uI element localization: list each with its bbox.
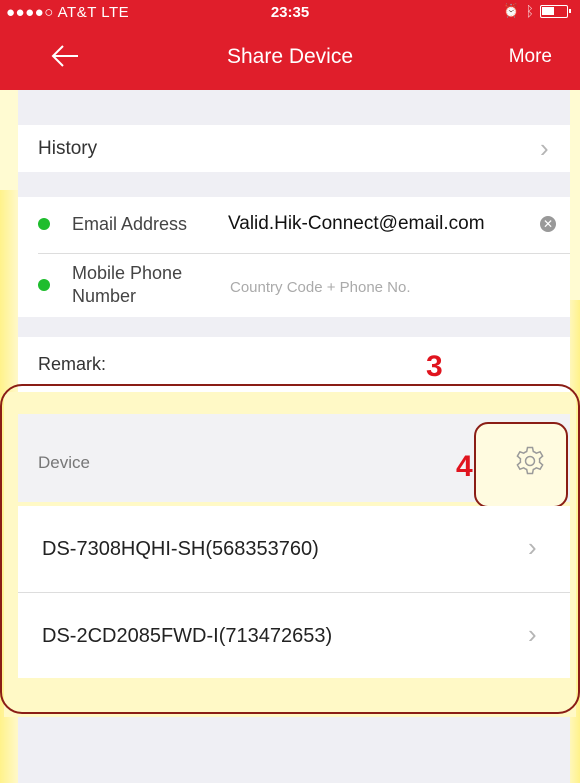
status-bar: ●●●●○ AT&T LTE 23:35 ⏰ ᛒ: [0, 0, 580, 24]
phone-label-line2: Number: [72, 286, 137, 306]
status-icons: ⏰ ᛒ: [503, 3, 571, 19]
bottom-spacer: [18, 745, 570, 783]
page-title: Share Device: [226, 45, 354, 68]
contact-card: Email Address Valid.Hik-Connect@email.co…: [18, 197, 570, 317]
phone-label-line1: Mobile Phone: [72, 263, 183, 283]
history-label: History: [38, 138, 98, 159]
phone-field[interactable]: Country Code + Phone No.: [230, 279, 411, 296]
status-time: 23:35: [270, 4, 310, 21]
device-highlight-frame: [0, 384, 580, 714]
clear-input-icon[interactable]: ✕: [540, 216, 556, 232]
history-row[interactable]: History ›: [18, 125, 570, 172]
nav-bar: ●●●●○ AT&T LTE 23:35 ⏰ ᛒ Share Device Mo…: [0, 0, 580, 90]
bluetooth-icon: ᛒ: [525, 3, 534, 19]
alarm-icon: ⏰: [503, 3, 520, 18]
more-button[interactable]: More: [509, 46, 552, 68]
email-status-dot: [38, 218, 50, 230]
remark-label: Remark:: [38, 354, 107, 374]
email-label: Email Address: [72, 214, 188, 234]
phone-status-dot: [38, 279, 50, 291]
battery-icon: [540, 4, 571, 18]
email-field[interactable]: Valid.Hik-Connect@email.com: [228, 213, 485, 235]
divider: [38, 253, 570, 254]
chevron-right-icon: ›: [540, 133, 549, 163]
step-3-annotation: 3: [426, 350, 443, 383]
